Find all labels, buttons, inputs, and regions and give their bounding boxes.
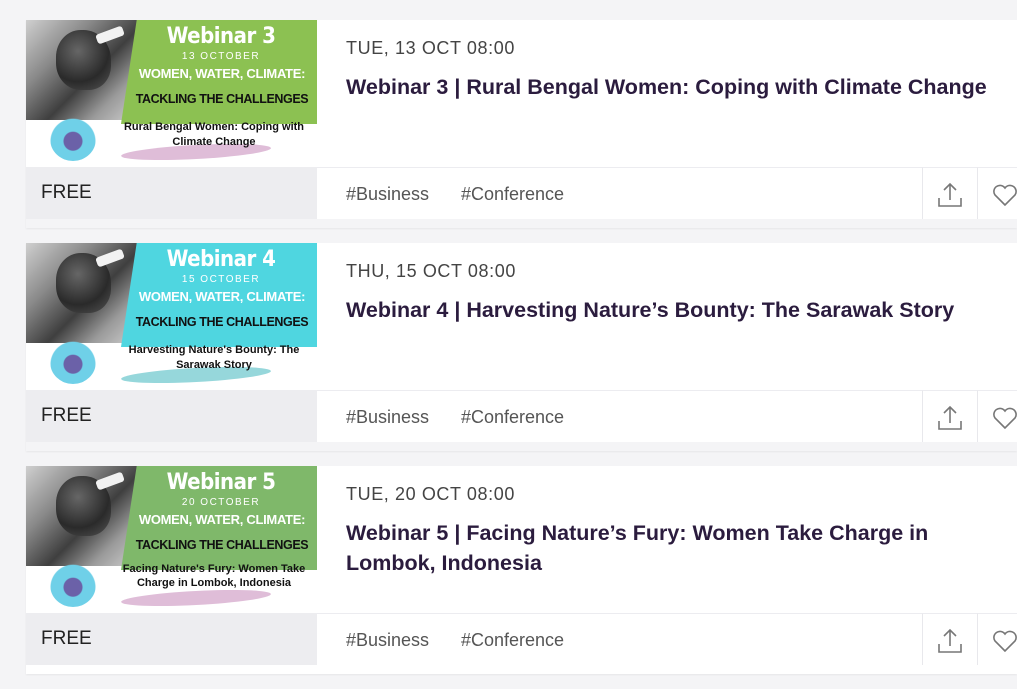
thumbnail-series-line1: WOMEN, WATER, CLIMATE: <box>138 289 306 304</box>
card-spacer <box>26 219 1017 228</box>
organization-logo-icon <box>50 117 96 161</box>
tag-business[interactable]: #Business <box>346 614 429 666</box>
thumbnail-series-line2: TACKLING THE CHALLENGES <box>135 315 309 329</box>
organization-logo-icon <box>50 563 96 607</box>
share-upload-icon <box>938 628 962 653</box>
event-title-link[interactable]: Webinar 5 | Facing Nature’s Fury: Women … <box>346 518 966 578</box>
thumbnail-topic: Facing Nature's Fury: Women Take Charge … <box>122 563 306 589</box>
share-upload-icon <box>938 182 962 207</box>
thumbnail-heading: Webinar 3 <box>166 24 276 49</box>
thumbnail-date: 20 OCTOBER <box>181 497 261 508</box>
event-card[interactable]: Webinar 3 13 OCTOBER WOMEN, WATER, CLIMA… <box>26 20 1017 228</box>
tag-business[interactable]: #Business <box>346 168 429 220</box>
event-card[interactable]: Webinar 4 15 OCTOBER WOMEN, WATER, CLIMA… <box>26 243 1017 451</box>
thumbnail-series-line2: TACKLING THE CHALLENGES <box>135 538 309 552</box>
event-title-link[interactable]: Webinar 3 | Rural Bengal Women: Coping w… <box>346 72 1006 102</box>
brush-stroke-decoration <box>120 587 272 609</box>
share-button[interactable] <box>922 613 977 665</box>
event-thumbnail[interactable]: Webinar 3 13 OCTOBER WOMEN, WATER, CLIMA… <box>26 20 317 167</box>
heart-outline-icon <box>993 407 1017 430</box>
event-date: THU, 15 OCT 08:00 <box>346 261 516 281</box>
event-list: Webinar 3 13 OCTOBER WOMEN, WATER, CLIMA… <box>26 20 1017 689</box>
heart-outline-icon <box>993 184 1017 207</box>
thumbnail-date: 15 OCTOBER <box>181 274 261 285</box>
share-button[interactable] <box>922 390 977 442</box>
heart-outline-icon <box>993 630 1017 653</box>
event-price: FREE <box>26 390 317 442</box>
event-date: TUE, 13 OCT 08:00 <box>346 38 515 58</box>
thumbnail-series-line2: TACKLING THE CHALLENGES <box>135 92 309 106</box>
organization-logo-icon <box>50 340 96 384</box>
thumbnail-heading: Webinar 4 <box>166 247 276 272</box>
thumbnail-topic: Rural Bengal Women: Coping with Climate … <box>123 121 305 148</box>
tag-conference[interactable]: #Conference <box>461 391 564 443</box>
event-card[interactable]: Webinar 5 20 OCTOBER WOMEN, WATER, CLIMA… <box>26 466 1017 674</box>
event-tags: #Business #Conference <box>317 613 922 665</box>
event-price: FREE <box>26 167 317 219</box>
thumbnail-heading: Webinar 5 <box>166 470 276 495</box>
event-date: TUE, 20 OCT 08:00 <box>346 484 515 504</box>
event-tags: #Business #Conference <box>317 390 922 442</box>
tag-conference[interactable]: #Conference <box>461 614 564 666</box>
card-spacer <box>26 442 1017 451</box>
thumbnail-series-line1: WOMEN, WATER, CLIMATE: <box>138 512 306 527</box>
favorite-button[interactable] <box>977 613 1017 665</box>
tag-conference[interactable]: #Conference <box>461 168 564 220</box>
event-price: FREE <box>26 613 317 665</box>
thumbnail-date: 13 OCTOBER <box>181 51 261 62</box>
event-tags: #Business #Conference <box>317 167 922 219</box>
favorite-button[interactable] <box>977 167 1017 219</box>
share-button[interactable] <box>922 167 977 219</box>
thumbnail-series-line1: WOMEN, WATER, CLIMATE: <box>138 66 306 81</box>
thumbnail-topic: Harvesting Nature's Bounty: The Sarawak … <box>128 344 300 371</box>
event-thumbnail[interactable]: Webinar 4 15 OCTOBER WOMEN, WATER, CLIMA… <box>26 243 317 390</box>
event-title-link[interactable]: Webinar 4 | Harvesting Nature’s Bounty: … <box>346 295 1006 325</box>
tag-business[interactable]: #Business <box>346 391 429 443</box>
favorite-button[interactable] <box>977 390 1017 442</box>
share-upload-icon <box>938 405 962 430</box>
event-thumbnail[interactable]: Webinar 5 20 OCTOBER WOMEN, WATER, CLIMA… <box>26 466 317 613</box>
